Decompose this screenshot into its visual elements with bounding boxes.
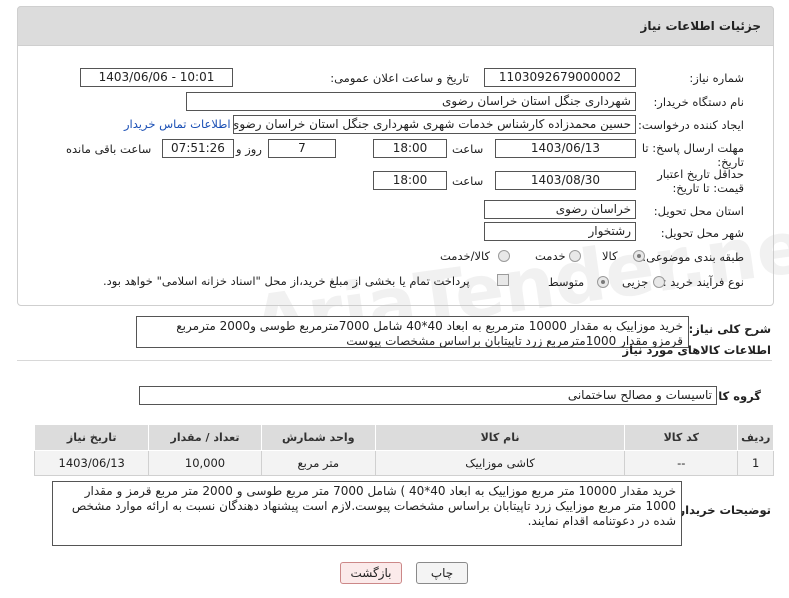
remaining-label: ساعت باقی مانده (66, 142, 152, 156)
buyer-contact-link[interactable]: اطلاعات تماس خریدار (124, 117, 231, 131)
cell-unit: متر مربع (260, 450, 376, 476)
deadline-time-field[interactable]: 18:00 (373, 139, 447, 158)
validity-time-field[interactable]: 18:00 (373, 171, 447, 190)
treasury-payment-checkbox[interactable] (497, 274, 509, 286)
validity-label: حداقل تاریخ اعتبار قیمت: تا تاریخ: (657, 167, 744, 195)
city-field[interactable]: رشتخوار (484, 222, 636, 241)
province-label: استان محل تحویل: (653, 204, 744, 218)
buyer-org-field[interactable]: شهرداری جنگل استان خراسان رضوی (186, 92, 636, 111)
creator-field[interactable]: حسین محمدزاده کارشناس خدمات شهری شهرداری… (233, 115, 636, 134)
col-qty-header: تعداد / مقدار (148, 424, 262, 451)
process-medium-label: متوسط (548, 275, 585, 289)
city-label: شهر محل تحویل: (660, 226, 744, 240)
creator-label: ایجاد کننده درخواست: (638, 118, 744, 132)
divider (17, 360, 772, 361)
process-minor-radio[interactable] (653, 276, 665, 288)
buyer-notes-textarea[interactable]: خرید مقدار 10000 متر مربع موزاییک به ابع… (52, 481, 682, 546)
goods-table: ردیف کد کالا نام کالا واحد شمارش تعداد /… (33, 424, 774, 476)
summary-label: شرح کلی نیاز: (688, 322, 771, 336)
remaining-time-field[interactable]: 07:51:26 (162, 139, 234, 158)
cell-name: کاشی موزاییک (374, 450, 626, 476)
cell-code: -- (624, 450, 739, 476)
announce-label: تاریخ و ساعت اعلان عمومی: (330, 71, 469, 85)
col-row-header: ردیف (737, 424, 774, 451)
process-minor-label: جزیی (622, 275, 649, 289)
deadline-date-field[interactable]: 1403/06/13 (495, 139, 636, 158)
page-title: جزئیات اطلاعات نیاز (640, 19, 761, 33)
category-goods-service-radio[interactable] (498, 250, 510, 262)
deadline-time-label: ساعت (452, 142, 484, 156)
announce-datetime-field[interactable]: 1403/06/06 - 10:01 (80, 68, 233, 87)
panel-header: جزئیات اطلاعات نیاز (17, 6, 774, 46)
category-service-label: خدمت (535, 249, 566, 263)
category-label: طبقه بندی موضوعی: (642, 250, 744, 264)
need-number-label: شماره نیاز: (689, 71, 744, 85)
process-label: نوع فرآیند خرید : (662, 275, 744, 289)
table-header-row: ردیف کد کالا نام کالا واحد شمارش تعداد /… (33, 424, 774, 451)
cell-qty: 10,000 (148, 450, 262, 476)
category-service-radio[interactable] (569, 250, 581, 262)
deadline-label: مهلت ارسال پاسخ: تا تاریخ: (641, 141, 744, 169)
need-number-field[interactable]: 1103092679000002 (484, 68, 636, 87)
buyer-notes-label: توضیحات خریدار: (673, 503, 771, 517)
print-button[interactable]: چاپ (416, 562, 468, 584)
validity-date-field[interactable]: 1403/08/30 (495, 171, 636, 190)
validity-time-label: ساعت (452, 174, 484, 188)
col-name-header: نام کالا (374, 424, 626, 451)
cell-date: 1403/06/13 (33, 450, 150, 476)
days-label: روز و (236, 142, 262, 156)
province-field[interactable]: خراسان رضوی (484, 200, 636, 219)
days-field[interactable]: 7 (268, 139, 336, 158)
col-date-header: تاریخ نیاز (33, 424, 150, 451)
category-goods-radio[interactable] (633, 250, 645, 262)
summary-textarea[interactable]: خرید موزاییک به مقدار 10000 مترمربع به ا… (136, 316, 689, 348)
buyer-org-label: نام دستگاه خریدار: (653, 95, 744, 109)
goods-group-field[interactable]: تاسیسات و مصالح ساختمانی (139, 386, 717, 405)
back-button[interactable]: بازگشت (340, 562, 402, 584)
table-row[interactable]: 1 -- کاشی موزاییک متر مربع 10,000 1403/0… (33, 450, 774, 476)
category-goods-label: کالا (602, 249, 618, 263)
col-unit-header: واحد شمارش (260, 424, 376, 451)
category-goods-service-label: کالا/خدمت (440, 249, 491, 263)
goods-info-title: اطلاعات کالاهای مورد نیاز (622, 343, 771, 357)
treasury-payment-note: پرداخت تمام یا بخشی از مبلغ خرید،از محل … (103, 274, 470, 288)
col-code-header: کد کالا (624, 424, 739, 451)
cell-row: 1 (737, 450, 774, 476)
process-medium-radio[interactable] (597, 276, 609, 288)
